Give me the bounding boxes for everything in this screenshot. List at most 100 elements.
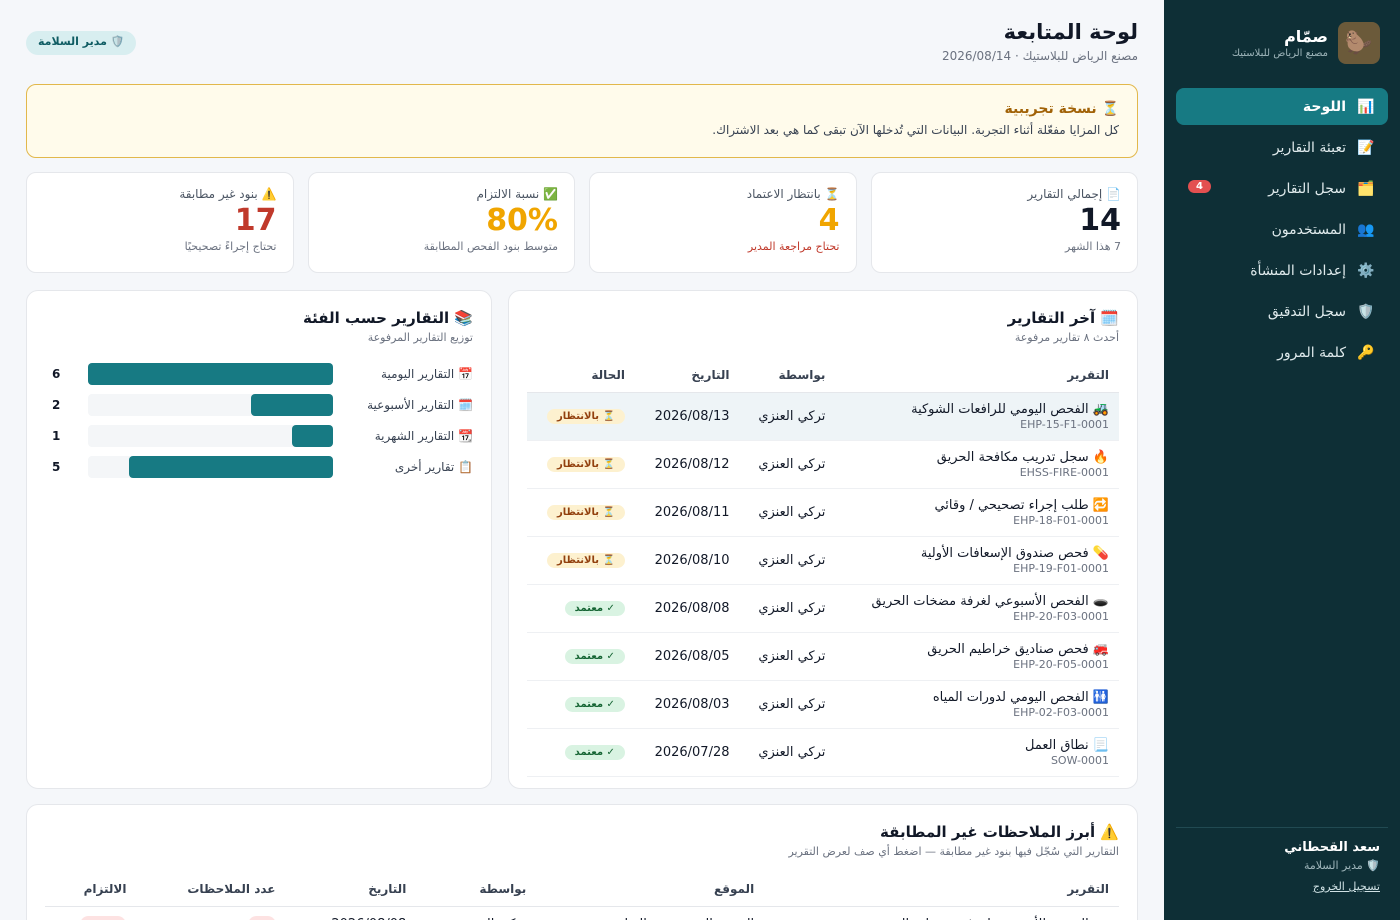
stat-label: ⏳ بانتظار الاعتماد	[746, 187, 840, 201]
stat-note: تحتاج إجراءً تصحيحيًا	[184, 240, 277, 253]
sidebar-item-label: سجل التدقيق	[1267, 303, 1346, 320]
nc-location: المصنع الرئيسي — الرياض	[536, 906, 764, 920]
stat-note: تحتاج مراجعة المدير	[747, 240, 840, 253]
status-cell: ✓ معتمد	[527, 632, 635, 681]
report-name: 🚒 فحص صناديق خراطيم الحريق	[927, 641, 1109, 657]
sidebar: 🦫 صمّام مصنع الرياض للبلاستيك 📊 اللوحة 📝 تع…	[1164, 0, 1400, 920]
report-name: 🚜 الفحص اليومي للرافعات الشوكية	[911, 401, 1109, 417]
table-row[interactable]: 🕳️ الفحص الأسبوعي لغرفة مضخات الحريقالمص…	[45, 906, 1119, 920]
recent-reports-title: 🗓️ آخر التقارير	[1007, 309, 1119, 327]
sidebar-item-label: المستخدمون	[1271, 221, 1346, 238]
report-by: تركي العنزي	[739, 632, 836, 681]
nonconformities-card: ⚠️ أبرز الملاحظات غير المطابقة التقارير …	[26, 804, 1138, 920]
stat-card: ⚠️ بنود غير مطابقة 17 تحتاج إجراءً تصحيحيً…	[26, 172, 294, 273]
report-cell: 🕳️ الفحص الأسبوعي لغرفة مضخات الحريق EHP-…	[835, 584, 1119, 633]
table-row[interactable]: 🔥 سجل تدريب مكافحة الحريق EHSS-FIRE-0001 ت…	[527, 440, 1119, 489]
status-cell: ⏳ بالانتظار	[527, 440, 635, 489]
table-row[interactable]: 🚜 الفحص اليومي للرافعات الشوكية EHP-15-F1…	[527, 392, 1119, 441]
brand: 🦫 صمّام مصنع الرياض للبلاستيك	[1164, 0, 1400, 82]
column-header: التاريخ	[634, 358, 740, 393]
sidebar-item-6[interactable]: 🔑 كلمة المرور	[1176, 334, 1388, 371]
report-date: 2026/08/13	[634, 392, 740, 441]
report-code: EHP-15-F1-0001	[1020, 417, 1109, 431]
report-cell: 📃 نطاق العمل SOW-0001	[835, 728, 1119, 777]
category-label: 📋 تقارير أخرى	[394, 459, 473, 474]
stat-value: 17	[234, 203, 277, 238]
nav-icon: 🛡️	[1357, 303, 1375, 320]
sidebar-item-3[interactable]: 👥 المستخدمون	[1176, 211, 1388, 248]
recent-reports-card: 🗓️ آخر التقارير أحدث ٨ تقارير مرفوعة الت…	[508, 290, 1138, 789]
table-row[interactable]: 🕳️ الفحص الأسبوعي لغرفة مضخات الحريق EHP-…	[527, 584, 1119, 633]
sidebar-user: سعد القحطاني 🛡️ مدير السلامة تسجيل الخرو…	[1184, 840, 1380, 894]
stat-card: ⏳ بانتظار الاعتماد 4 تحتاج مراجعة المدير	[589, 172, 857, 273]
table-header-row: التقرير بواسطة التاريخ الحالة	[527, 358, 1119, 393]
status-badge: ✓ معتمد	[564, 697, 625, 712]
table-row[interactable]: 💊 فحص صندوق الإسعافات الأولية EHP-19-F01-…	[527, 536, 1119, 585]
column-header: التاريخ	[285, 872, 417, 907]
stat-card: ✅ نسبة الالتزام 80% متوسط بنود الفحص المطا…	[307, 172, 575, 273]
table-header-row: التقرير الموقع بواسطة التاريخ عدد الملاحظات ا…	[45, 872, 1119, 907]
stat-label: ⚠️ بنود غير مطابقة	[179, 187, 277, 201]
stat-label: 📄 إجمالي التقارير	[1027, 187, 1121, 201]
report-code: EHP-18-F01-0001	[1013, 513, 1109, 527]
report-name: 🔥 سجل تدريب مكافحة الحريق	[936, 449, 1109, 465]
nav-icon: ⚙️	[1357, 262, 1375, 279]
nonconformities-title: ⚠️ أبرز الملاحظات غير المطابقة	[880, 823, 1119, 841]
report-date: 2026/08/10	[634, 536, 740, 585]
nonconformities-subtitle: التقارير التي سُجّل فيها بنود غير مطابقة…	[788, 845, 1119, 858]
status-badge: ⏳ بالانتظار	[546, 409, 625, 424]
logout-link[interactable]: تسجيل الخروج	[1313, 880, 1380, 893]
category-subtitle: توزيع التقارير المرفوعة	[367, 331, 473, 344]
status-cell: ✓ معتمد	[527, 728, 635, 777]
report-code: SOW-0001	[1050, 753, 1109, 767]
category-count: 6	[52, 366, 61, 381]
nav-icon: 🗂️	[1357, 180, 1375, 197]
column-header: التقرير	[835, 358, 1119, 393]
brand-logo-icon: 🦫	[1338, 22, 1380, 64]
trial-banner: ⏳ نسخة تجريبية كل المزايا مفعّلة أثناء ا…	[26, 84, 1138, 158]
sidebar-item-2[interactable]: 🗂️ سجل التقارير 4	[1176, 170, 1388, 207]
nonconformities-table: التقرير الموقع بواسطة التاريخ عدد الملاحظات ا…	[45, 872, 1119, 920]
nc-count-cell: 6	[136, 906, 285, 920]
report-cell: 🔁 طلب إجراء تصحيحي / وقائي EHP-18-F01-000…	[835, 488, 1119, 537]
table-row[interactable]: 🚒 فحص صناديق خراطيم الحريق EHP-20-F05-000…	[527, 632, 1119, 681]
table-row[interactable]: 📃 نطاق العمل SOW-0001 تركي العنزي 2026/07/2…	[527, 728, 1119, 777]
status-badge: ⏳ بالانتظار	[546, 505, 625, 520]
report-code: EHSS-FIRE-0001	[1019, 465, 1109, 479]
table-row[interactable]: 🚻 الفحص اليومي لدورات المياه EHP-02-F03-0…	[527, 680, 1119, 729]
report-cell: 🔥 سجل تدريب مكافحة الحريق EHSS-FIRE-0001	[835, 440, 1119, 489]
stat-card: 📄 إجمالي التقارير 14 7 هذا الشهر	[870, 172, 1138, 273]
category-count: 2	[52, 397, 61, 412]
stat-value: 4	[818, 203, 840, 238]
report-name: 🔁 طلب إجراء تصحيحي / وقائي	[934, 497, 1109, 513]
status-cell: ✓ معتمد	[527, 584, 635, 633]
sidebar-item-4[interactable]: ⚙️ إعدادات المنشأة	[1176, 252, 1388, 289]
sidebar-item-1[interactable]: 📝 تعبئة التقارير	[1176, 129, 1388, 166]
status-badge: ⏳ بالانتظار	[546, 553, 625, 568]
nc-compliance-cell: 76%	[45, 906, 136, 920]
category-row: 📆 التقارير الشهرية 1	[45, 420, 473, 451]
column-header: الحالة	[527, 358, 635, 393]
category-bar-track	[88, 455, 333, 478]
report-code: EHP-02-F03-0001	[1013, 705, 1109, 719]
stat-value: 80%	[486, 203, 558, 238]
page-subtitle: مصنع الرياض للبلاستيك · 2026/08/14	[941, 49, 1138, 63]
category-row: 📋 تقارير أخرى 5	[45, 451, 473, 482]
report-date: 2026/08/03	[634, 680, 740, 729]
content-row: 🗓️ آخر التقارير أحدث ٨ تقارير مرفوعة الت…	[26, 290, 1138, 789]
report-name: 💊 فحص صندوق الإسعافات الأولية	[920, 545, 1109, 561]
table-row[interactable]: 🔁 طلب إجراء تصحيحي / وقائي EHP-18-F01-000…	[527, 488, 1119, 537]
nav-icon: 🔑	[1357, 344, 1375, 361]
sidebar-item-0[interactable]: 📊 اللوحة	[1176, 88, 1388, 125]
category-bar	[88, 362, 333, 385]
sidebar-item-5[interactable]: 🛡️ سجل التدقيق	[1176, 293, 1388, 330]
column-header: الالتزام	[45, 872, 137, 907]
report-cell: 🚻 الفحص اليومي لدورات المياه EHP-02-F03-0…	[835, 680, 1119, 729]
report-by: تركي العنزي	[739, 680, 836, 729]
category-bar	[292, 424, 333, 447]
category-card: 📚 التقارير حسب الفئة توزيع التقارير المر…	[26, 290, 492, 789]
status-badge: ✓ معتمد	[564, 601, 625, 616]
role-badge: 🛡️ مدير السلامة	[26, 31, 137, 55]
column-header: عدد الملاحظات	[136, 872, 286, 907]
report-code: EHP-20-F03-0001	[1013, 609, 1109, 623]
